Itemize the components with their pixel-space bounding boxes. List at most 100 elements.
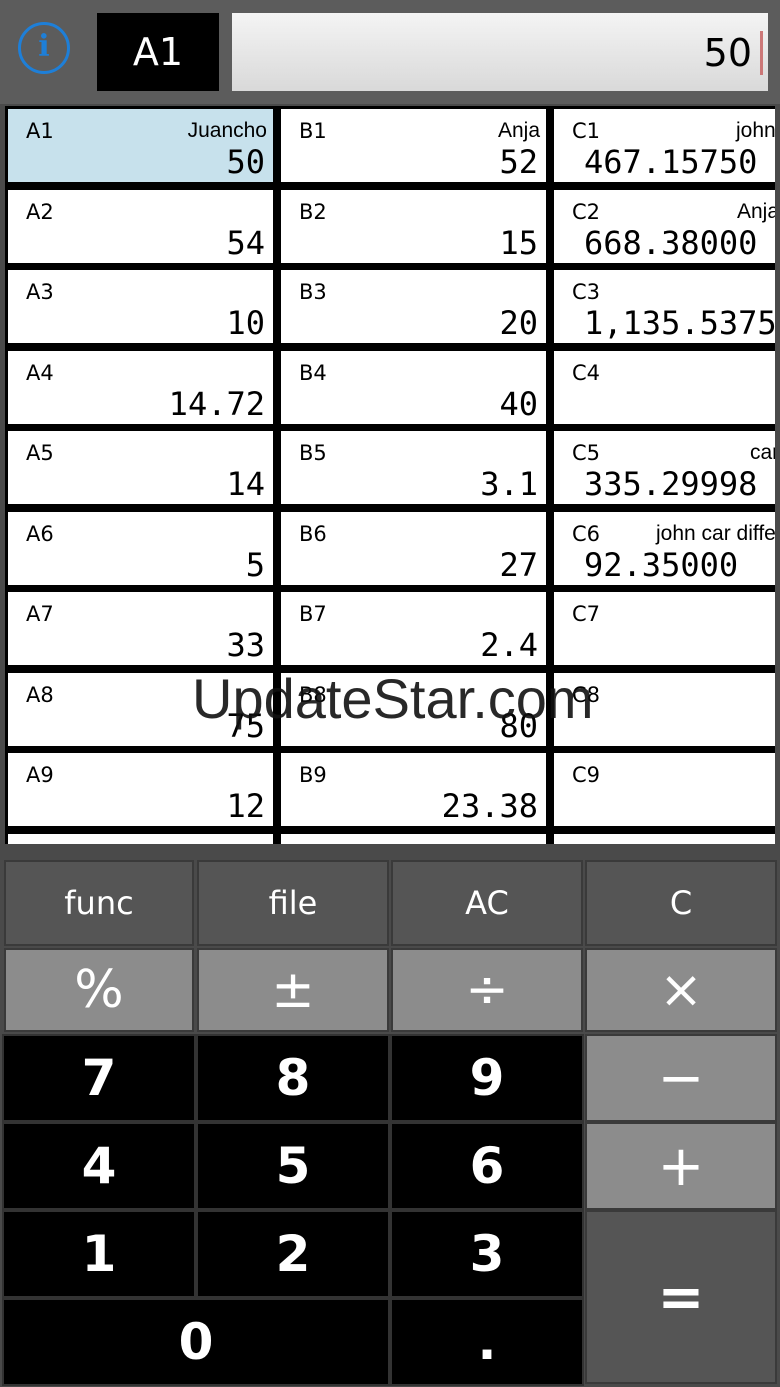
decimal-button[interactable]: . [390, 1298, 584, 1386]
info-icon-glyph: i [38, 29, 50, 64]
cell-ref-label: A6 [26, 521, 54, 546]
cell-a3[interactable]: A3 10 [8, 270, 273, 343]
cell-a6[interactable]: A6 5 [8, 511, 273, 585]
keypad: func file AC C % ± ÷ × 7 8 9 − 4 5 6 + 1… [0, 852, 780, 1387]
cell-a4[interactable]: A4 14.72 [8, 350, 273, 424]
cell-ref-label: C4 [572, 360, 601, 385]
formula-value: 50 [703, 31, 752, 75]
func-button[interactable]: func [4, 860, 194, 946]
cell-b3[interactable]: B3 20 [281, 270, 546, 343]
cell-note-label: Anja [737, 199, 775, 223]
cell-c3[interactable]: C3 1,135.5375 [554, 270, 775, 343]
cell-value: 40 [499, 384, 538, 423]
watermark: UpdateStar.com [192, 667, 594, 730]
digit-5-button[interactable]: 5 [196, 1122, 390, 1210]
cell-note-label: Anja [497, 119, 540, 142]
digit-2-button[interactable]: 2 [196, 1210, 390, 1298]
cell-value: 27 [499, 545, 538, 584]
equals-button[interactable]: = [585, 1210, 777, 1384]
cell-a7[interactable]: A7 33 [8, 592, 273, 665]
percent-button[interactable]: % [4, 948, 194, 1032]
cell-a2[interactable]: A2 54 [8, 189, 273, 263]
cell-value: 15 [499, 223, 538, 262]
cell-ref-label: A8 [26, 682, 54, 707]
plus-button[interactable]: + [585, 1122, 777, 1210]
cell-c2[interactable]: C2 Anja 668.38000 [554, 189, 775, 263]
cell-value: 2.4 [480, 626, 538, 664]
digit-8-button[interactable]: 8 [196, 1034, 390, 1122]
cell-b7[interactable]: B7 2.4 [281, 592, 546, 665]
cell-ref-label: A7 [26, 602, 54, 626]
file-button[interactable]: file [197, 860, 389, 946]
digit-9-button[interactable]: 9 [390, 1034, 584, 1122]
cell-ref-label: B1 [299, 119, 327, 143]
cell-value: 1,135.5375 [584, 304, 775, 342]
cell-partial-row[interactable] [554, 833, 775, 844]
cell-ref-label: B7 [299, 602, 327, 626]
minus-button[interactable]: − [585, 1034, 777, 1122]
top-bar: i A1 50 [0, 0, 780, 104]
cell-ref-label: A1 [26, 119, 54, 143]
cell-ref-label: B9 [299, 763, 327, 787]
cell-b2[interactable]: B2 15 [281, 189, 546, 263]
info-icon[interactable]: i [18, 22, 70, 74]
clear-button[interactable]: C [585, 860, 777, 946]
cell-ref-label: C5 [572, 441, 601, 465]
cell-ref-label: A5 [26, 441, 54, 465]
cell-ref-label: A4 [26, 360, 54, 385]
cell-note-label: car [750, 441, 775, 464]
cell-partial-row[interactable] [281, 833, 546, 844]
digit-6-button[interactable]: 6 [390, 1122, 584, 1210]
cell-ref-label: B3 [299, 280, 327, 304]
digit-4-button[interactable]: 4 [2, 1122, 196, 1210]
cell-note-label: Juancho [187, 119, 267, 142]
divide-button[interactable]: ÷ [391, 948, 583, 1032]
cell-b1[interactable]: B1 Anja 52 [281, 109, 546, 182]
cell-c1[interactable]: C1 john 467.15750 [554, 109, 775, 182]
cell-b5[interactable]: B5 3.1 [281, 431, 546, 504]
cell-reference-box[interactable]: A1 [97, 13, 219, 91]
cell-value: 23.38 [441, 787, 538, 825]
cell-c6[interactable]: C6 john car differ 92.35000 [554, 511, 775, 585]
all-clear-button[interactable]: AC [391, 860, 583, 946]
cell-b9[interactable]: B9 23.38 [281, 753, 546, 826]
cell-c5[interactable]: C5 car335.29998 [554, 431, 775, 504]
cell-ref-label: A9 [26, 763, 54, 787]
cell-value: 50 [226, 143, 265, 181]
cell-b6[interactable]: B6 27 [281, 511, 546, 585]
cell-b4[interactable]: B4 40 [281, 350, 546, 424]
cell-value: 14.72 [168, 384, 265, 423]
digit-0-button[interactable]: 0 [2, 1298, 390, 1386]
cell-c9[interactable]: C9 [554, 753, 775, 826]
multiply-button[interactable]: × [585, 948, 777, 1032]
cell-c4[interactable]: C4 [554, 350, 775, 424]
plus-minus-button[interactable]: ± [197, 948, 389, 1032]
cell-note-label: john car differ [656, 521, 775, 545]
cell-ref-label: C6 [572, 521, 601, 546]
cell-ref-label: B2 [299, 199, 327, 224]
spreadsheet-grid[interactable]: A1 Juancho 50 B1 Anja 52 C1 john 467.15750 A2 54 B2… [5, 106, 775, 844]
cell-ref-label: B5 [299, 441, 327, 465]
cell-ref-label: A3 [26, 280, 54, 304]
cell-ref-label: C1 [572, 119, 601, 143]
cell-value: 5 [245, 545, 265, 584]
cell-note-label: john [736, 119, 775, 142]
cell-c7[interactable]: C7 [554, 592, 775, 665]
cell-value: 335.29998 [584, 465, 758, 503]
cell-value: 33 [226, 626, 265, 664]
digit-3-button[interactable]: 3 [390, 1210, 584, 1298]
cell-value: 10 [226, 304, 265, 342]
cell-value: 52 [499, 143, 538, 181]
cell-partial-row[interactable] [8, 833, 273, 844]
cell-value: 20 [499, 304, 538, 342]
cell-a9[interactable]: A9 12 [8, 753, 273, 826]
formula-input[interactable]: 50 [232, 13, 768, 91]
cell-ref-label: C3 [572, 280, 601, 304]
cell-value: 668.38000 [584, 223, 758, 262]
cell-value: 3.1 [480, 465, 538, 503]
digit-7-button[interactable]: 7 [2, 1034, 196, 1122]
digit-1-button[interactable]: 1 [2, 1210, 196, 1298]
cell-a5[interactable]: A5 14 [8, 431, 273, 504]
cell-a1[interactable]: A1 Juancho 50 [8, 109, 273, 182]
cell-ref-label: A2 [26, 199, 54, 224]
